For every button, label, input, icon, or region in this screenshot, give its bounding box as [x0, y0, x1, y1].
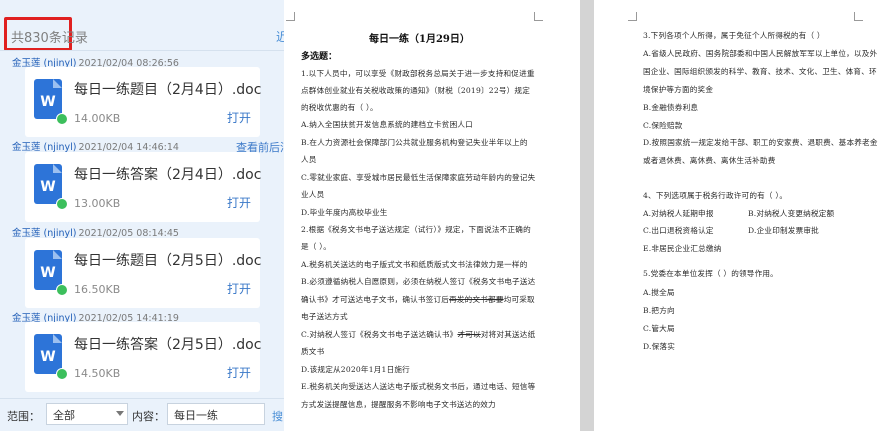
downloaded-check-icon [56, 284, 68, 296]
doc-line-text: C.对纳税人签订《税务文书电子送达确认书》 [301, 330, 458, 339]
doc-line: 1.以下人员中，可以享受《财政部税务总局关于进一步支持和促进重 [301, 69, 535, 78]
doc-line: 点群体创业就业有关税收政策的通知》（财税〔2019〕22号）规定 [301, 86, 531, 95]
doc-line: B.必须遵循纳税人自愿原则，必须在纳税人签订《税务文书电子送达 [301, 277, 536, 286]
doc-line: 5.党委在本单位发挥（ ）的领导作用。 [643, 269, 778, 278]
svg-text:W: W [40, 349, 55, 365]
doc-line: C.出口退税资格认定 [643, 226, 714, 235]
crop-mark [534, 12, 543, 21]
section-heading: 多选题： [301, 52, 338, 62]
doc-line: 境保护等方面的奖金 [643, 85, 714, 94]
recent-link[interactable]: 近 [276, 28, 284, 45]
document-title: 每日一练（1月29日） [369, 34, 470, 45]
wps-writer-icon: W [34, 250, 68, 296]
wps-writer-icon: W [34, 334, 68, 380]
doc-line: E.非居民企业汇总缴纳 [643, 244, 722, 253]
doc-line-text: 均可采取 [503, 295, 535, 304]
doc-line: 国企业、国际组织颁发的科学、教育、技术、文化、卫生、体育、环 [643, 67, 877, 76]
document-viewer: 每日一练（1月29日） 多选题： 1.以下人员中，可以享受《财政部税务总局关于进… [284, 0, 882, 431]
doc-line: 业人员 [301, 190, 325, 199]
doc-line: D.该规定从2020年1月1日施行 [301, 365, 410, 374]
file-card[interactable]: W 每日一练题目（2月4日）.doc 14.00KB 打开 [25, 67, 261, 137]
doc-line: D.按照国家统一规定发给干部、职工的安家费、退职费、基本养老金 [643, 138, 878, 147]
doc-line: C.对纳税人签订《税务文书电子送达确认书》才可以对将对其送达纸 [301, 329, 535, 340]
search-button[interactable]: 搜 [272, 408, 283, 424]
chat-record-panel: 共830条记录 近 金玉莲 (njinyl) 2021/02/04 08:26:5… [0, 0, 284, 431]
doc-line: C.零就业家庭、享受城市居民最低生活保障家庭劳动年龄内的登记失 [301, 173, 536, 182]
file-size: 16.50KB [74, 283, 121, 296]
doc-line: 人员 [301, 155, 317, 164]
file-card[interactable]: W 每日一练答案（2月4日）.doc 13.00KB 打开 [25, 152, 261, 222]
crop-mark [628, 12, 637, 21]
doc-line: B.对纳税人变更纳税定额 [748, 209, 835, 218]
wps-writer-icon: W [34, 79, 68, 125]
doc-line: 2.根据《税务文书电子送达规定（试行）》规定，下面说法不正确的 [301, 225, 531, 234]
doc-line: 的税收优惠的有（ ）。 [301, 103, 378, 112]
doc-line: A.搅全局 [643, 288, 675, 297]
doc-line-text: 对将对其送达纸 [480, 330, 536, 339]
doc-line: 或者退休费、离休费、离休生活补助费 [643, 156, 776, 165]
open-file-button[interactable]: 打开 [227, 109, 251, 126]
file-name[interactable]: 每日一练答案（2月5日）.doc [74, 334, 261, 354]
content-label: 内容： [132, 410, 165, 423]
struck-text: 再发的文书都要 [449, 295, 504, 304]
file-card[interactable]: W 每日一练题目（2月5日）.doc 16.50KB 打开 [25, 238, 261, 308]
open-file-button[interactable]: 打开 [227, 280, 251, 297]
struck-text: 才可以 [457, 330, 481, 339]
doc-line: B.在人力资源社会保障部门公共就业服务机构登记失业半年以上的 [301, 138, 528, 147]
doc-line: B.把方向 [643, 306, 675, 315]
doc-line: 电子送达方式 [301, 312, 348, 321]
downloaded-check-icon [56, 368, 68, 380]
crop-mark [286, 12, 295, 21]
open-file-button[interactable]: 打开 [227, 364, 251, 381]
downloaded-check-icon [56, 113, 68, 125]
doc-line: D.企业印制发票审批 [748, 226, 819, 235]
range-label: 范围： [7, 410, 40, 423]
svg-text:W: W [40, 179, 55, 195]
page-separator [580, 0, 594, 431]
doc-line: 确认书》才可送达电子文书，确认书签订后再发的文书都要均可采取 [301, 294, 535, 305]
doc-line-text: 确认书》才可送达电子文书，确认书签订后 [301, 295, 450, 304]
doc-line: A.省级人民政府、国务院部委和中国人民解放军军以上单位，以及外 [643, 49, 878, 58]
message-header: 金玉莲 (njinyl) 2021/02/05 08:14:45 [12, 225, 179, 239]
record-count: 共830条记录 [11, 31, 88, 46]
doc-line: D.毕业年度内高校毕业生 [301, 208, 388, 217]
doc-line: A.纳入全国扶贫开发信息系统的建档立卡贫困人口 [301, 120, 473, 129]
chevron-down-icon[interactable] [116, 411, 124, 416]
file-size: 14.50KB [74, 367, 121, 380]
doc-line: 4、下列选项属于税务行政许可的有（ ）。 [643, 191, 788, 200]
file-size: 13.00KB [74, 197, 121, 210]
downloaded-check-icon [56, 198, 68, 210]
file-name[interactable]: 每日一练题目（2月5日）.doc [74, 250, 261, 270]
open-file-button[interactable]: 打开 [227, 194, 251, 211]
doc-line: E.税务机关向受送达人送达电子版式税务文书后，通过电话、短信等 [301, 382, 536, 391]
doc-line: C.管大局 [643, 324, 675, 333]
doc-line: 3.下列各项个人所得，属于免征个人所得税的有（ ） [643, 31, 825, 40]
file-name[interactable]: 每日一练答案（2月4日）.doc [74, 164, 261, 184]
doc-line: 质文书 [301, 347, 325, 356]
doc-line: 方式发送提醒信息，提醒服务不影响电子文书送达的效力 [301, 400, 496, 409]
doc-line: 是（ ）。 [301, 242, 331, 251]
svg-text:W: W [40, 265, 55, 281]
crop-mark [854, 12, 863, 21]
doc-line: A.对纳税人延期申报 [643, 209, 714, 218]
doc-line: D.保落实 [643, 342, 676, 351]
svg-text:W: W [40, 94, 55, 110]
file-name[interactable]: 每日一练题目（2月4日）.doc [74, 79, 261, 99]
message-header: 金玉莲 (njinyl) 2021/02/04 14:46:14 [12, 139, 179, 153]
content-search-input[interactable]: 每日一练 [167, 403, 265, 425]
doc-line: B.金融债券利息 [643, 103, 699, 112]
wps-writer-icon: W [34, 164, 68, 210]
filter-bar: 范围： 全部 内容： 每日一练 搜 [0, 398, 284, 431]
doc-line: C.保险赔款 [643, 121, 683, 130]
divider [0, 50, 284, 51]
file-size: 14.00KB [74, 112, 121, 125]
file-card[interactable]: W 每日一练答案（2月5日）.doc 14.50KB 打开 [25, 322, 261, 392]
doc-line: A.税务机关送达的电子版式文书和纸质版式文书法律效力是一样的 [301, 260, 528, 269]
